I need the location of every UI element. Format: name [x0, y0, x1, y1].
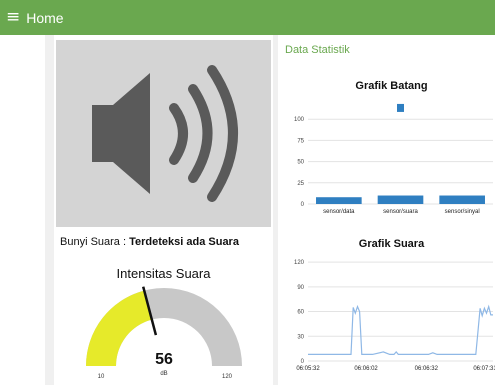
series-line	[308, 304, 493, 356]
gauge-max: 120	[222, 374, 233, 380]
y-tick-label: 0	[301, 202, 305, 208]
y-tick-label: 75	[297, 138, 304, 144]
top-bar: ≡ Home	[0, 0, 495, 35]
page-title: Home	[26, 9, 64, 26]
y-tick-label: 120	[294, 260, 305, 266]
y-tick-label: 30	[297, 334, 304, 340]
gauge-fill	[86, 290, 152, 366]
line-chart: 0 30 60 90 120 06:05:32 06:06:02 06:06:32 06:07:…	[294, 260, 495, 372]
y-tick-label: 100	[294, 117, 305, 123]
speaker-volume-icon	[92, 65, 238, 202]
section-title: Data Statistik	[285, 44, 350, 56]
side-gutter	[0, 35, 45, 385]
sound-status: Terdeteksi ada Suara	[129, 236, 239, 248]
y-tick-label: 60	[297, 310, 304, 316]
bar	[377, 195, 424, 204]
gauge-min: 10	[98, 374, 105, 380]
sound-label: Bunyi Suara :	[60, 236, 127, 248]
gauge-unit: dB	[160, 371, 167, 377]
sound-intensity-gauge: 56 10 dB 120	[86, 286, 242, 380]
x-tick-label: 06:06:32	[415, 366, 439, 372]
x-tick-label: 06:06:02	[354, 366, 378, 372]
gauge-value: 56	[155, 351, 173, 368]
line-chart-title: Grafik Suara	[358, 238, 425, 250]
x-tick-label: 06:07:31	[473, 366, 495, 372]
bar	[316, 197, 362, 204]
bar-chart-title: Grafik Batang	[355, 80, 428, 92]
y-tick-label: 50	[297, 160, 304, 166]
menu-icon[interactable]: ≡	[6, 9, 20, 26]
bar-point	[397, 103, 404, 112]
x-tick-label: sensor/data	[323, 209, 355, 215]
y-tick-label: 90	[297, 285, 304, 291]
x-tick-label: sensor/suara	[383, 209, 418, 215]
bar	[439, 195, 485, 204]
sound-status-line: Bunyi Suara : Terdeteksi ada Suara	[60, 236, 239, 248]
x-tick-label: sensor/sinyal	[445, 209, 480, 215]
y-tick-label: 25	[297, 181, 304, 187]
y-tick-label: 0	[301, 359, 305, 365]
bar-chart: 0 25 50 75 100 sensor/data sensor/suara sensor/…	[294, 103, 493, 215]
speaker-panel	[56, 40, 271, 227]
x-tick-label: 06:05:32	[296, 366, 320, 372]
